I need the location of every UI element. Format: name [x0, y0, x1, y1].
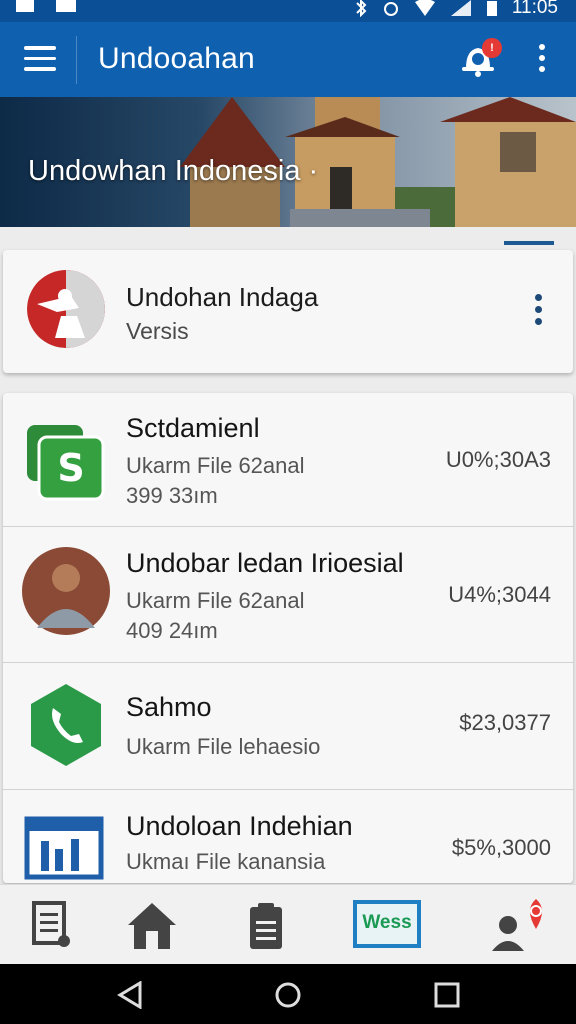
- list-item-amount: U0%;30A3: [445, 447, 551, 472]
- app-bar: Undooahan !: [0, 22, 576, 97]
- chart-app-icon: [24, 816, 104, 880]
- list-item[interactable]: S Sctdamienl Ukarm File 62anal 399 33ım …: [3, 393, 573, 527]
- list-item[interactable]: Sahmo Ukarm File lehaesio $23,0377: [3, 664, 573, 790]
- document-icon[interactable]: [24, 899, 80, 953]
- list-item-subtitle: Ukarm File 62anal: [126, 588, 305, 613]
- status-bar: 11:05: [0, 0, 576, 22]
- system-navigation-bar: [0, 964, 576, 1024]
- list-item-detail: 399 33ım: [126, 483, 218, 508]
- phone-app-icon: [31, 684, 101, 766]
- list-item[interactable]: Undobar ledan Iriοesial Ukarm File 62ana…: [3, 528, 573, 663]
- tab-indicator: [504, 241, 554, 245]
- clipboard-icon[interactable]: [238, 899, 294, 953]
- list-item-title: Sctdamienl: [126, 413, 260, 443]
- bluetooth-icon: [356, 0, 367, 17]
- profile-alert-icon[interactable]: [488, 899, 544, 953]
- app-bar-divider: [76, 36, 77, 84]
- home-circle-icon[interactable]: [273, 981, 303, 1009]
- banner-title: Undowhan Indonesia ·: [28, 155, 319, 187]
- bottom-navigation: [0, 884, 576, 964]
- list-item-title: Undoloan Indehian: [126, 811, 353, 841]
- list-item-title: Undobar ledan Iriοesial: [126, 548, 404, 578]
- menu-icon[interactable]: [24, 46, 56, 72]
- featured-title: Undohan Indaga: [126, 282, 319, 312]
- hero-banner: Undowhan Indonesia ·: [0, 97, 576, 227]
- svg-text:S: S: [57, 446, 84, 490]
- featured-subtitle: Versis: [126, 318, 189, 344]
- list-item-amount: $5%,3000: [451, 835, 551, 860]
- featured-logo-icon: [27, 270, 105, 348]
- list-item-amount: $23,0377: [459, 710, 551, 735]
- signal-icon: [450, 0, 471, 16]
- home-icon[interactable]: [124, 899, 180, 953]
- image-icon: [56, 0, 76, 12]
- list-item-subtitle: Ukmaı File kanansia: [126, 849, 326, 874]
- money-app-icon: S: [27, 425, 105, 501]
- app-title: Undooahan: [98, 42, 255, 75]
- featured-card[interactable]: Undohan Indaga Versis: [3, 250, 573, 373]
- list-item-subtitle: Ukarm File lehaesio: [126, 734, 321, 759]
- list-item[interactable]: Undoloan Indehian Ukmaı File kanansia $5…: [3, 791, 573, 883]
- list-item-subtitle: Ukarm File 62anal: [126, 453, 305, 478]
- transaction-list: S Sctdamienl Ukarm File 62anal 399 33ım …: [3, 393, 573, 883]
- battery-icon: [486, 1, 497, 16]
- list-item-amount: U4%;3044: [448, 582, 551, 607]
- alarm-icon: [383, 2, 398, 16]
- list-item-title: Sahmo: [126, 692, 212, 722]
- featured-more-icon[interactable]: [528, 294, 548, 330]
- clock: 11:05: [511, 0, 558, 18]
- wess-icon[interactable]: Wess: [353, 900, 421, 948]
- back-icon[interactable]: [116, 981, 146, 1009]
- person-avatar: [22, 547, 110, 635]
- notification-badge: !: [482, 38, 502, 58]
- overflow-menu-icon[interactable]: [532, 44, 552, 76]
- wifi-icon: [414, 0, 435, 16]
- notification-icon: [16, 0, 34, 12]
- list-item-detail: 409 24ım: [126, 618, 218, 643]
- recents-icon[interactable]: [432, 981, 462, 1009]
